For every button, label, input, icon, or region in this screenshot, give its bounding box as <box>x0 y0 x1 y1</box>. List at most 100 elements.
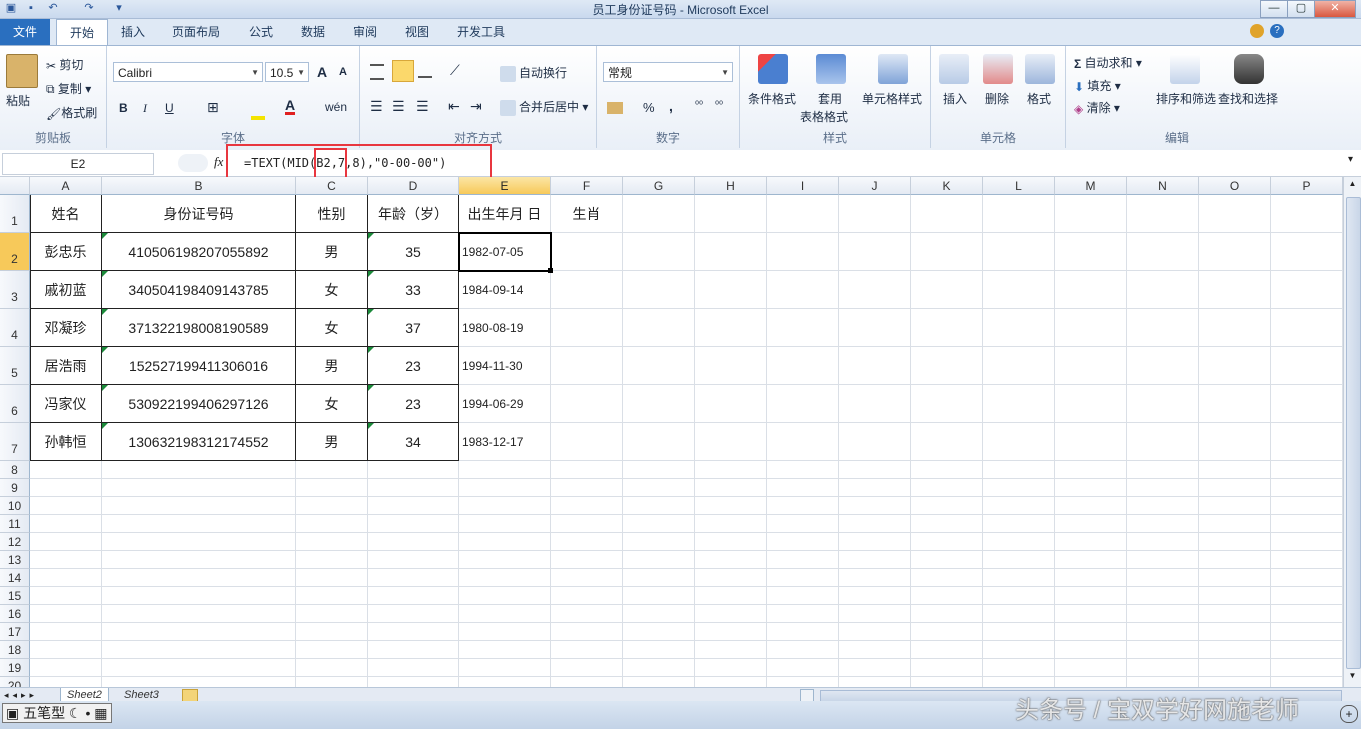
column-header-f[interactable]: F <box>551 177 623 195</box>
cell[interactable] <box>296 479 368 497</box>
cell[interactable] <box>839 309 911 347</box>
cell[interactable] <box>1127 551 1199 569</box>
cell[interactable] <box>911 497 983 515</box>
data-cell-gender[interactable]: 女 <box>296 271 368 309</box>
cell[interactable] <box>983 515 1055 533</box>
find-select-button[interactable]: 查找和选择 <box>1218 90 1278 107</box>
cell[interactable] <box>1055 497 1127 515</box>
cell[interactable] <box>1271 623 1343 641</box>
cell[interactable] <box>839 677 911 687</box>
cut-button[interactable]: ✂ 剪切 <box>46 56 83 73</box>
cell[interactable] <box>1199 623 1271 641</box>
cell[interactable] <box>1055 569 1127 587</box>
cell[interactable] <box>368 461 459 479</box>
row-header-5[interactable]: 5 <box>0 347 30 385</box>
data-cell-id[interactable]: 530922199406297126 <box>102 385 296 423</box>
cell[interactable] <box>623 309 695 347</box>
cell[interactable] <box>983 641 1055 659</box>
save-icon[interactable]: ▪ <box>24 1 38 15</box>
data-cell-age[interactable]: 23 <box>368 347 459 385</box>
cell[interactable] <box>459 659 551 677</box>
cell[interactable] <box>695 233 767 271</box>
name-box[interactable]: E2 <box>2 153 154 175</box>
cell[interactable] <box>1199 195 1271 233</box>
cell[interactable] <box>695 461 767 479</box>
cell[interactable] <box>623 659 695 677</box>
font-name-select[interactable]: Calibri ▼ <box>113 62 263 82</box>
cell[interactable] <box>1127 569 1199 587</box>
cell[interactable] <box>459 533 551 551</box>
cell[interactable] <box>839 551 911 569</box>
row-header-8[interactable]: 8 <box>0 461 30 479</box>
cell[interactable] <box>102 461 296 479</box>
cell[interactable] <box>1199 271 1271 309</box>
cell[interactable] <box>1271 233 1343 271</box>
cell[interactable] <box>551 271 623 309</box>
insert-button[interactable]: 插入 <box>943 90 967 107</box>
cell[interactable] <box>767 533 839 551</box>
cell[interactable] <box>459 569 551 587</box>
cell[interactable] <box>1055 587 1127 605</box>
percent-button[interactable]: % <box>643 100 655 115</box>
cell[interactable] <box>551 533 623 551</box>
font-size-select[interactable]: 10.5 ▼ <box>265 62 309 82</box>
cell[interactable] <box>459 677 551 687</box>
cell[interactable] <box>983 385 1055 423</box>
cell[interactable] <box>1055 423 1127 461</box>
cell[interactable] <box>1271 587 1343 605</box>
cell[interactable] <box>551 233 623 271</box>
cell[interactable] <box>1199 587 1271 605</box>
scroll-down-icon[interactable]: ▼ <box>1346 671 1359 683</box>
cell[interactable] <box>623 515 695 533</box>
cell[interactable] <box>1127 497 1199 515</box>
column-header-n[interactable]: N <box>1127 177 1199 195</box>
data-cell-id[interactable]: 130632198312174552 <box>102 423 296 461</box>
cell[interactable] <box>368 605 459 623</box>
cell[interactable] <box>839 605 911 623</box>
cell[interactable] <box>1271 195 1343 233</box>
cell[interactable] <box>30 605 102 623</box>
cell[interactable] <box>368 623 459 641</box>
row-header-3[interactable]: 3 <box>0 271 30 309</box>
cell[interactable] <box>767 497 839 515</box>
column-header-j[interactable]: J <box>839 177 911 195</box>
cell[interactable] <box>695 479 767 497</box>
copy-button[interactable]: ⧉ 复制 ▾ <box>46 80 91 97</box>
cell[interactable] <box>296 569 368 587</box>
cell[interactable] <box>459 497 551 515</box>
cell[interactable] <box>767 385 839 423</box>
cell[interactable] <box>1271 659 1343 677</box>
maximize-button[interactable]: ▢ <box>1287 0 1315 18</box>
cell[interactable] <box>767 233 839 271</box>
cell[interactable] <box>296 641 368 659</box>
cell[interactable] <box>695 551 767 569</box>
row-header-15[interactable]: 15 <box>0 587 30 605</box>
cell[interactable] <box>368 479 459 497</box>
cell[interactable] <box>983 587 1055 605</box>
cell[interactable] <box>1271 605 1343 623</box>
cell[interactable] <box>1199 533 1271 551</box>
cell[interactable] <box>695 347 767 385</box>
cell[interactable] <box>911 195 983 233</box>
decrease-indent-icon[interactable]: ⇤ <box>448 98 460 115</box>
cell[interactable] <box>1055 533 1127 551</box>
cell[interactable] <box>1127 605 1199 623</box>
cell[interactable] <box>695 533 767 551</box>
cell[interactable] <box>368 551 459 569</box>
cell[interactable] <box>911 271 983 309</box>
cell[interactable] <box>911 479 983 497</box>
cell[interactable] <box>767 423 839 461</box>
cell[interactable] <box>767 461 839 479</box>
cell[interactable] <box>983 497 1055 515</box>
cell[interactable] <box>695 515 767 533</box>
header-cell[interactable]: 身份证号码 <box>102 195 296 233</box>
number-format-select[interactable]: 常规 ▼ <box>603 62 733 82</box>
cell[interactable] <box>368 497 459 515</box>
cell[interactable] <box>30 497 102 515</box>
cell[interactable] <box>839 233 911 271</box>
cell[interactable] <box>983 347 1055 385</box>
cell[interactable] <box>983 271 1055 309</box>
cell[interactable] <box>911 605 983 623</box>
cell[interactable] <box>1055 309 1127 347</box>
cell[interactable] <box>1055 233 1127 271</box>
